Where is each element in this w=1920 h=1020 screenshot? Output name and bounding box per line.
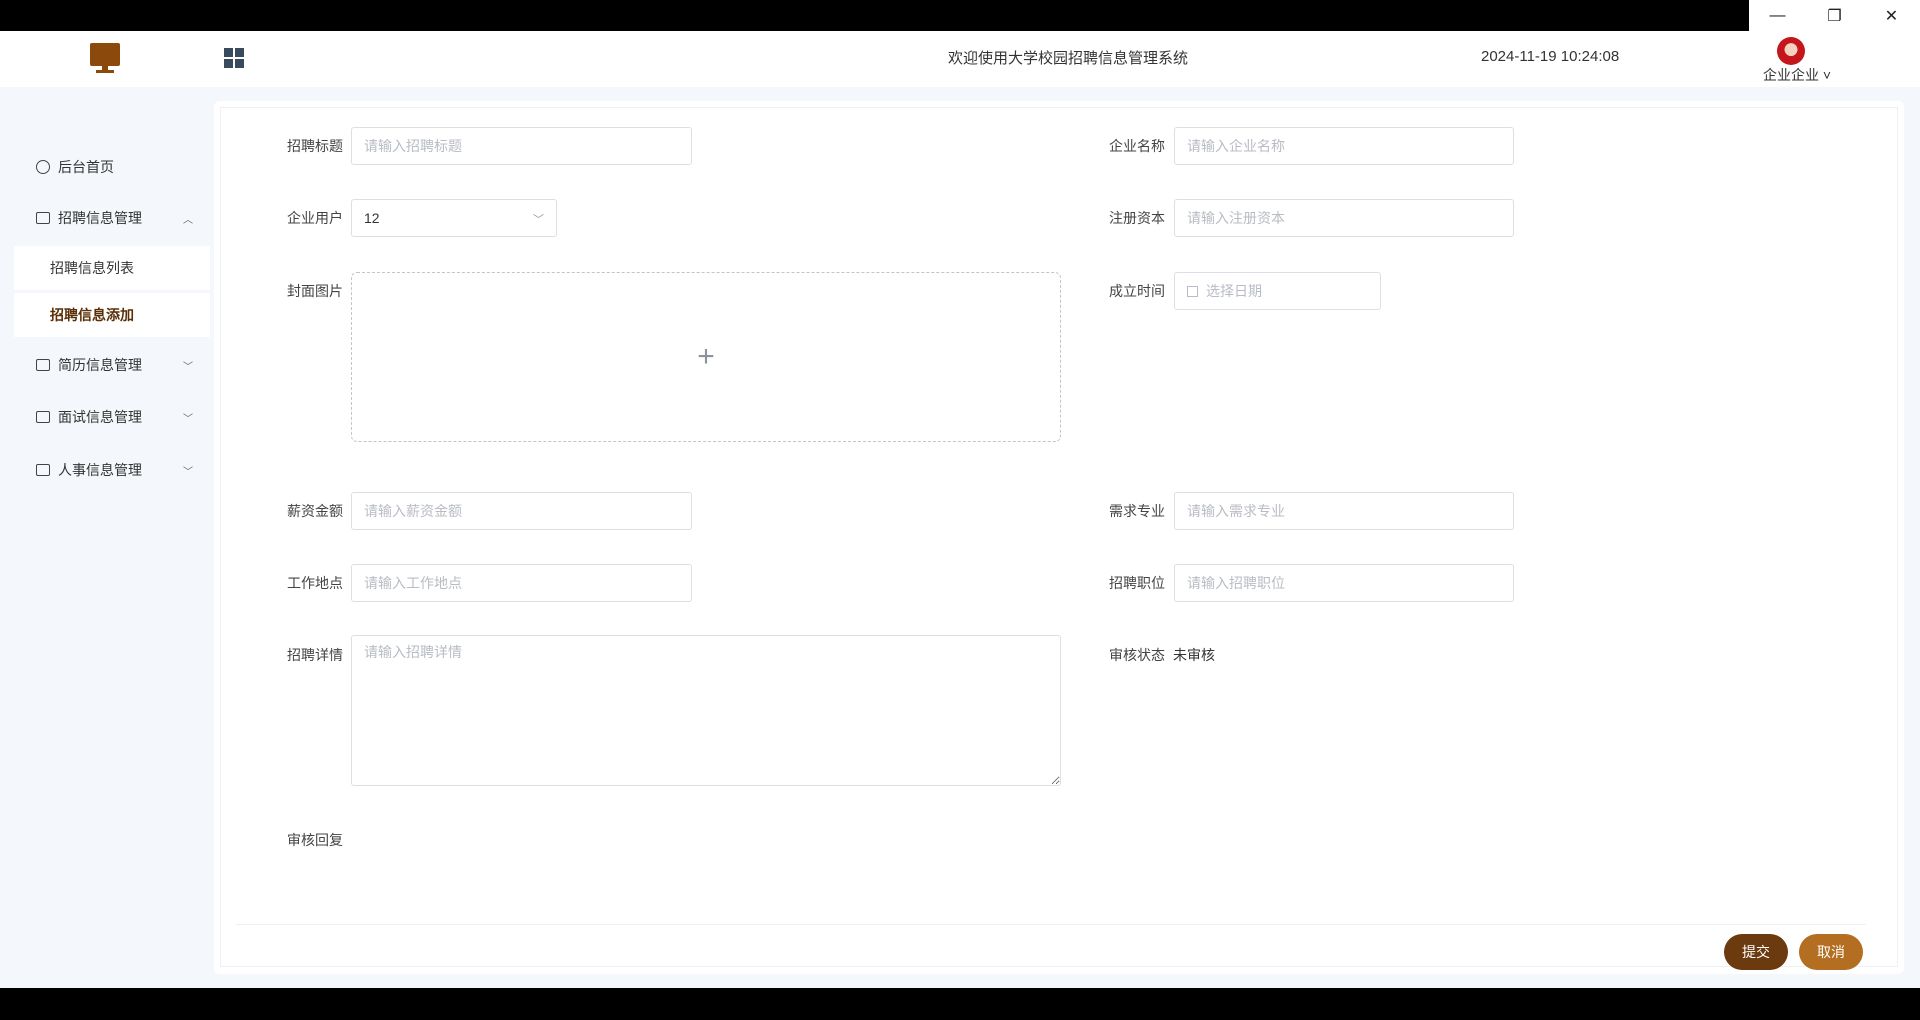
major-label: 需求专业: [1109, 503, 1165, 519]
cancel-button[interactable]: 取消: [1799, 934, 1863, 970]
cover-label: 封面图片: [287, 283, 343, 299]
user-label: 企业用户: [287, 210, 343, 226]
chevron-down-icon: ﹀: [183, 466, 193, 478]
chevron-up-icon: ︿: [183, 214, 193, 226]
title-label: 招聘标题: [287, 138, 343, 154]
plus-icon: +: [697, 340, 715, 373]
divider: [236, 924, 1866, 925]
avatar[interactable]: [1777, 37, 1805, 65]
major-input[interactable]: [1174, 492, 1514, 530]
sidebar-subitem-recruit-list[interactable]: 招聘信息列表: [14, 246, 210, 290]
founded-date-picker[interactable]: 选择日期: [1174, 272, 1381, 310]
datetime-display: 2024-11-19 10:24:08: [1481, 48, 1620, 65]
monitor-logo-icon: [90, 43, 120, 73]
sidebar-item-label: 后台首页: [58, 159, 114, 175]
sidebar-item-label: 人事信息管理: [58, 462, 142, 478]
salary-label: 薪资金额: [287, 503, 343, 519]
user-name-label: 企业企业: [1763, 67, 1819, 83]
sidebar-subitem-recruit-add[interactable]: 招聘信息添加: [14, 293, 210, 337]
recruit-detail-textarea[interactable]: [351, 635, 1061, 786]
sidebar-item-label: 招聘信息管理: [58, 210, 142, 226]
status-value: 未审核: [1173, 647, 1215, 663]
restore-button[interactable]: ❐: [1806, 0, 1863, 31]
recruit-title-input[interactable]: [351, 127, 692, 165]
table-icon: [36, 212, 50, 224]
sidebar-item-home[interactable]: 后台首页: [0, 145, 210, 189]
sidebar-item-label: 简历信息管理: [58, 357, 142, 373]
chevron-down-icon: ﹀: [183, 361, 193, 373]
sidebar-subitem-label: 招聘信息列表: [50, 260, 134, 276]
selected-value: 12: [364, 210, 380, 226]
company-name-input[interactable]: [1174, 127, 1514, 165]
page-title: 欢迎使用大学校园招聘信息管理系统: [948, 50, 1189, 67]
table-icon: [36, 359, 50, 371]
position-input[interactable]: [1174, 564, 1514, 602]
submit-button[interactable]: 提交: [1724, 934, 1788, 970]
close-button[interactable]: ✕: [1863, 0, 1920, 31]
founded-label: 成立时间: [1109, 283, 1165, 299]
grid-menu-icon[interactable]: [224, 48, 244, 68]
top-header: 欢迎使用大学校园招聘信息管理系统 2024-11-19 10:24:08 企业企…: [0, 31, 1920, 87]
sidebar-item-hr-management[interactable]: 人事信息管理 ﹀: [0, 448, 210, 492]
company-user-select[interactable]: 12 ﹀: [351, 199, 557, 237]
date-placeholder: 选择日期: [1206, 283, 1262, 299]
location-label: 工作地点: [287, 575, 343, 591]
salary-input[interactable]: [351, 492, 692, 530]
minimize-button[interactable]: —: [1749, 0, 1806, 31]
reply-label: 审核回复: [287, 832, 343, 848]
chevron-down-icon: ﹀: [533, 214, 544, 226]
company-label: 企业名称: [1109, 138, 1165, 154]
window-controls: — ❐ ✕: [1749, 0, 1920, 31]
window-titlebar: — ❐ ✕: [0, 0, 1920, 31]
detail-label: 招聘详情: [287, 647, 343, 663]
table-icon: [36, 464, 50, 476]
sidebar-item-interview-management[interactable]: 面试信息管理 ﹀: [0, 395, 210, 439]
sidebar-subitem-label: 招聘信息添加: [50, 307, 134, 323]
cover-upload-area[interactable]: +: [351, 272, 1061, 442]
sidebar-item-label: 面试信息管理: [58, 409, 142, 425]
power-icon: [36, 160, 50, 174]
work-location-input[interactable]: [351, 564, 692, 602]
position-label: 招聘职位: [1109, 575, 1165, 591]
table-icon: [36, 411, 50, 423]
status-label: 审核状态: [1109, 647, 1165, 663]
bottom-bar: [0, 988, 1920, 1020]
registered-capital-input[interactable]: [1174, 199, 1514, 237]
sidebar-item-resume-management[interactable]: 简历信息管理 ﹀: [0, 343, 210, 387]
sidebar: 后台首页 招聘信息管理 ︿ 招聘信息列表 招聘信息添加 简历信息管理 ﹀ 面试信…: [0, 87, 210, 988]
chevron-down-icon: ﹀: [183, 413, 193, 425]
user-menu[interactable]: 企业企业 ˅: [1763, 65, 1831, 85]
calendar-icon: [1187, 285, 1198, 297]
capital-label: 注册资本: [1109, 210, 1165, 226]
app-window: 欢迎使用大学校园招聘信息管理系统 2024-11-19 10:24:08 企业企…: [0, 31, 1920, 988]
sidebar-item-recruit-management[interactable]: 招聘信息管理 ︿: [0, 196, 210, 240]
